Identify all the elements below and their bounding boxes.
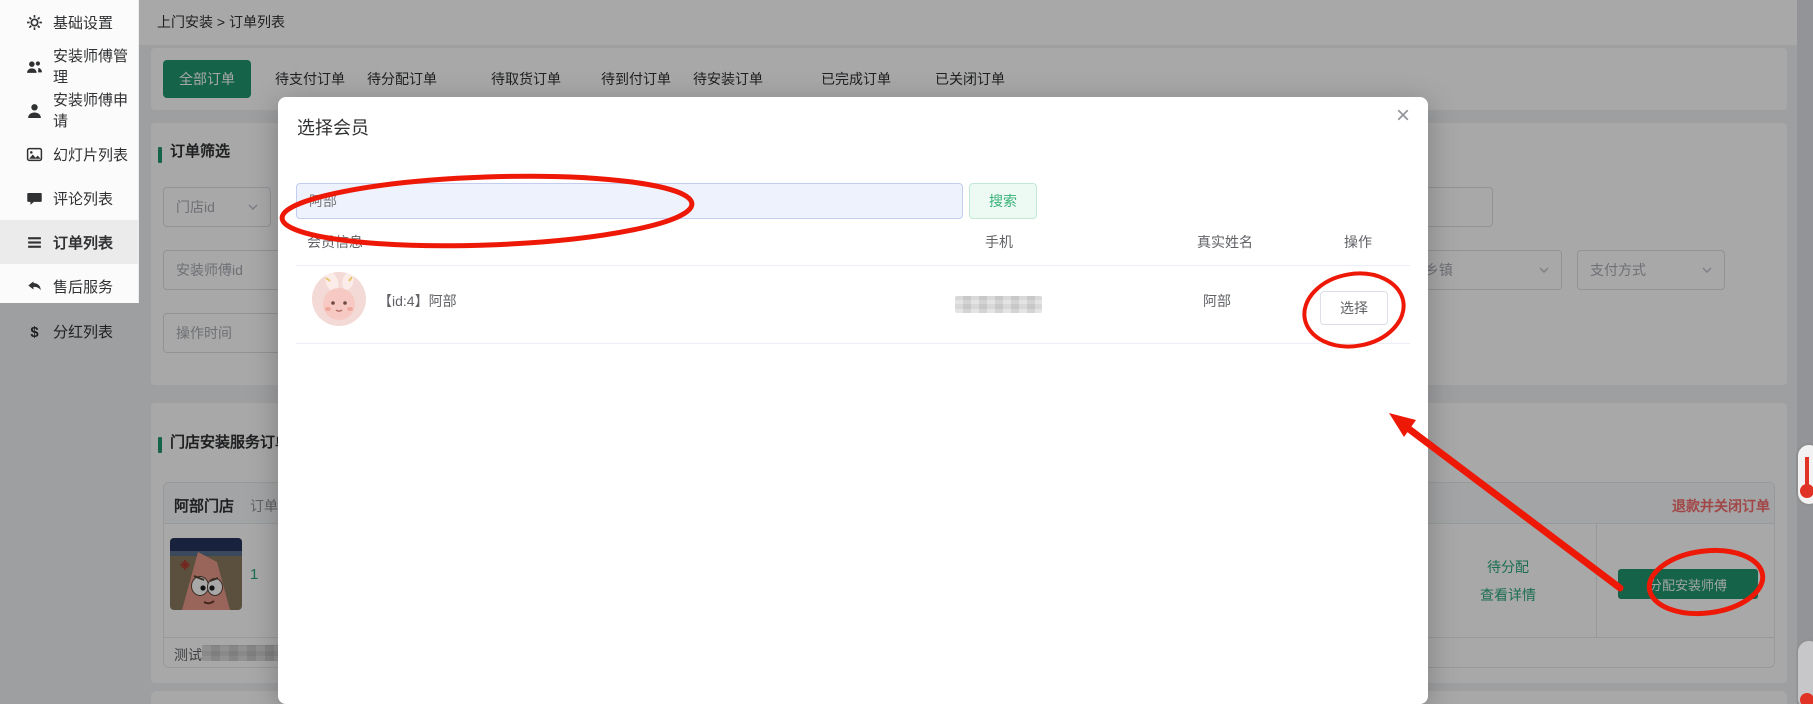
column-real-name: 真实姓名	[1197, 234, 1253, 250]
select-member-button[interactable]: 选择	[1320, 291, 1388, 325]
modal-title: 选择会员	[297, 118, 369, 138]
column-action: 操作	[1344, 234, 1372, 250]
sidebar-item-label: 订单列表	[53, 234, 114, 252]
sidebar-item-comment-list[interactable]: 评论列表	[0, 176, 138, 220]
list-icon	[26, 234, 43, 251]
screen: 上门安装 > 订单列表 全部订单 待支付订单 待分配订单 待取货订单 待到付订单…	[0, 0, 1813, 704]
sidebar-item-installer-manage[interactable]: 安装师傅管理	[0, 44, 138, 88]
select-member-modal: 选择会员 × 搜索 会员信息 手机 真实姓名 操作	[278, 97, 1428, 704]
sidebar-item-after-sale[interactable]: 售后服务	[0, 264, 138, 308]
member-table-header: 会员信息 手机 真实姓名 操作	[278, 232, 1428, 254]
sidebar-item-label: 幻灯片列表	[53, 146, 129, 164]
column-phone: 手机	[985, 234, 1013, 250]
comment-icon	[26, 190, 43, 207]
sidebar-item-label: 售后服务	[53, 278, 114, 296]
sidebar-item-label: 评论列表	[53, 190, 114, 208]
member-display-name: 【id:4】阿部	[378, 293, 457, 309]
column-member-info: 会员信息	[307, 234, 363, 250]
member-real-name: 阿部	[1203, 293, 1231, 309]
sidebar-item-slide-list[interactable]: 幻灯片列表	[0, 132, 138, 176]
reply-icon	[26, 278, 43, 295]
sidebar-item-label: 安装师傅管理	[53, 48, 129, 86]
close-icon[interactable]: ×	[1390, 103, 1416, 129]
divider	[296, 343, 1410, 344]
users-icon	[26, 58, 43, 75]
slide-image-icon	[26, 146, 43, 163]
sidebar-item-label: 安装师傅申请	[53, 92, 129, 130]
sidebar-item-basic-settings[interactable]: 基础设置	[0, 0, 138, 44]
search-button[interactable]: 搜索	[969, 183, 1037, 219]
member-search-input[interactable]	[296, 183, 963, 219]
sidebar-item-installer-apply[interactable]: 安装师傅申请	[0, 88, 138, 132]
avatar	[312, 272, 366, 326]
gear-icon	[26, 14, 43, 31]
sidebar-item-order-list[interactable]: 订单列表	[0, 220, 138, 264]
phone-redacted-blur	[955, 296, 1042, 313]
user-icon	[26, 102, 43, 119]
sidebar-item-label: 基础设置	[53, 14, 114, 32]
divider	[296, 265, 1410, 266]
sidebar: 基础设置 安装师傅管理 安装师傅申请 幻灯片列表 评论列表 订单列表 售后服务	[0, 0, 139, 303]
